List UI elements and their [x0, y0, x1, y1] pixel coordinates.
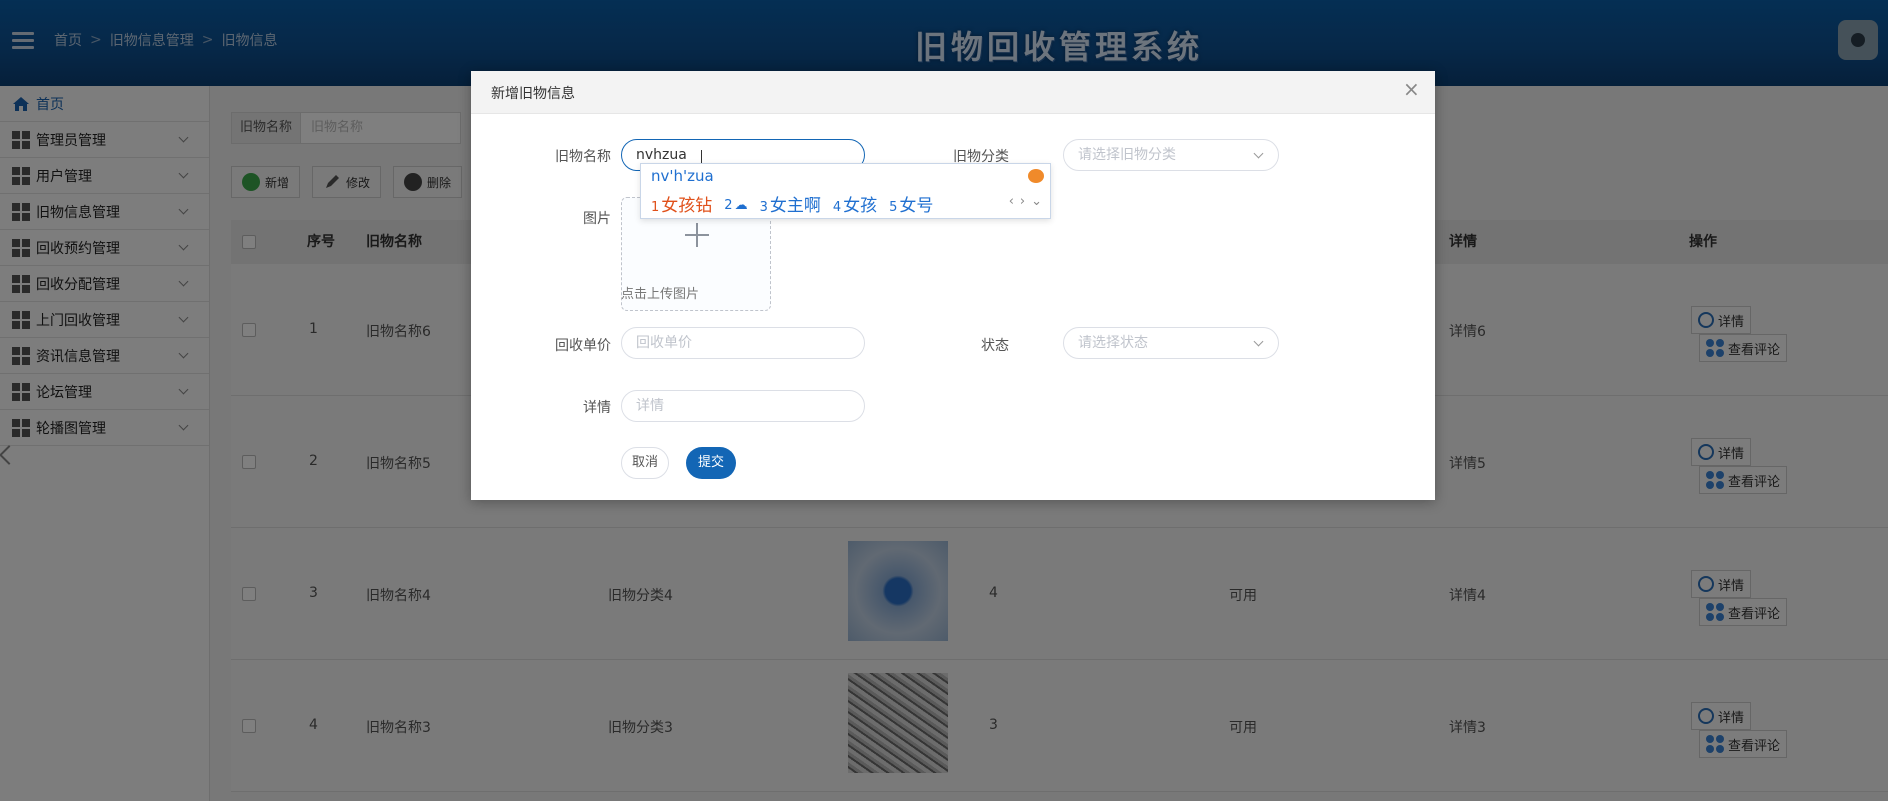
status-placeholder: 请选择状态: [1078, 335, 1148, 351]
add-item-dialog: 新增旧物信息 × 旧物名称 nvhzua 旧物分类 请选择旧物分类 图片 点击上…: [471, 71, 1435, 500]
ime-candidate[interactable]: 5 女号: [889, 191, 933, 216]
submit-button[interactable]: 提交: [686, 447, 736, 479]
chevron-down-icon: [1253, 336, 1264, 347]
ime-candidates: 1 女孩钻 2 ☁ 3 女主啊 4 女孩 5 女号: [651, 191, 933, 216]
image-label: 图片: [583, 211, 611, 227]
ime-logo-icon[interactable]: [1028, 169, 1044, 183]
dialog-title: 新增旧物信息: [491, 86, 575, 102]
expand-icon[interactable]: ⌄: [1031, 194, 1042, 209]
status-select[interactable]: 请选择状态: [1063, 327, 1279, 359]
prev-page-icon[interactable]: ‹: [1009, 194, 1014, 209]
category-placeholder: 请选择旧物分类: [1078, 147, 1176, 163]
price-input[interactable]: 回收单价: [621, 327, 865, 359]
cancel-button[interactable]: 取消: [621, 447, 669, 479]
ime-candidate[interactable]: 4 女孩: [833, 191, 877, 216]
next-page-icon[interactable]: ›: [1020, 194, 1025, 209]
category-select[interactable]: 请选择旧物分类: [1063, 139, 1279, 171]
status-label: 状态: [981, 338, 1009, 354]
close-icon[interactable]: ×: [1403, 79, 1420, 99]
cloud-icon: ☁: [734, 197, 748, 213]
price-label: 回收单价: [555, 338, 611, 354]
ime-candidate[interactable]: 1 女孩钻: [651, 191, 712, 216]
ime-composition: nv'h'zua: [651, 167, 714, 185]
detail-input[interactable]: 详情: [621, 390, 865, 422]
upload-tip: 点击上传图片: [621, 287, 700, 302]
ime-candidate-window: nv'h'zua 1 女孩钻 2 ☁ 3 女主啊 4 女孩 5 女号 ‹ › ⌄: [640, 163, 1051, 219]
ime-nav: ‹ › ⌄: [1009, 194, 1042, 209]
dialog-header: 新增旧物信息 ×: [471, 71, 1435, 114]
detail-label: 详情: [583, 400, 611, 416]
name-label: 旧物名称: [555, 149, 611, 165]
ime-candidate[interactable]: 2 ☁: [724, 194, 747, 214]
ime-candidate[interactable]: 3 女主啊: [760, 191, 821, 216]
chevron-down-icon: [1253, 148, 1264, 159]
